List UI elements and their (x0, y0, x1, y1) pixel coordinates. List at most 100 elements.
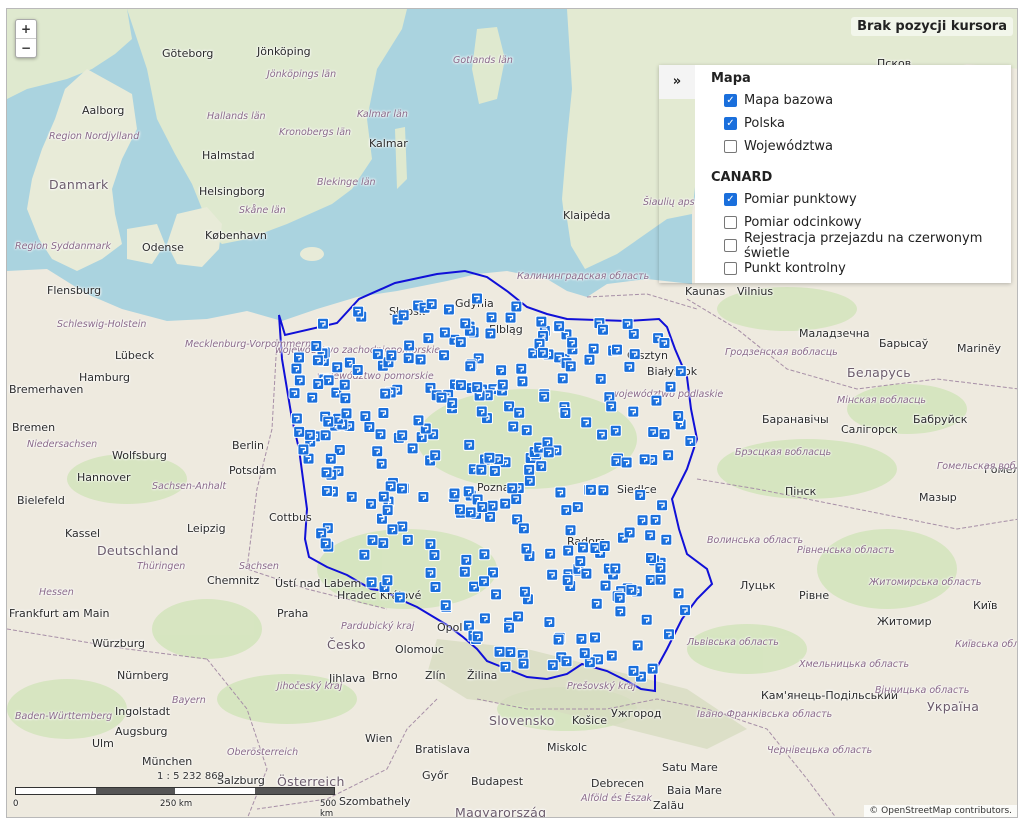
speed-camera-marker[interactable] (627, 664, 640, 677)
speed-camera-marker[interactable] (605, 649, 618, 662)
speed-camera-marker[interactable] (512, 610, 525, 623)
speed-camera-marker[interactable] (627, 327, 640, 340)
speed-camera-marker[interactable] (425, 298, 438, 311)
speed-camera-marker[interactable] (406, 442, 419, 455)
speed-camera-marker[interactable] (674, 365, 687, 378)
speed-camera-marker[interactable] (290, 412, 303, 425)
speed-camera-marker[interactable] (510, 493, 523, 506)
speed-camera-marker[interactable] (493, 645, 506, 658)
speed-camera-marker[interactable] (338, 378, 351, 391)
speed-camera-marker[interactable] (560, 655, 573, 668)
speed-camera-marker[interactable] (324, 452, 337, 465)
speed-camera-marker[interactable] (485, 311, 498, 324)
speed-camera-marker[interactable] (319, 429, 332, 442)
speed-camera-marker[interactable] (381, 504, 394, 517)
speed-camera-marker[interactable] (554, 486, 567, 499)
speed-camera-marker[interactable] (654, 573, 667, 586)
speed-camera-marker[interactable] (319, 537, 332, 550)
speed-camera-marker[interactable] (553, 320, 566, 333)
speed-camera-marker[interactable] (647, 426, 660, 439)
speed-camera-marker[interactable] (594, 372, 607, 385)
checkbox-mapa-bazowa[interactable]: ✓ (724, 94, 737, 107)
speed-camera-marker[interactable] (475, 405, 488, 418)
speed-camera-marker[interactable] (535, 460, 548, 473)
speed-camera-marker[interactable] (377, 537, 390, 550)
speed-camera-marker[interactable] (543, 616, 556, 629)
speed-camera-marker[interactable] (520, 424, 533, 437)
speed-camera-marker[interactable] (625, 583, 638, 596)
speed-camera-marker[interactable] (597, 484, 610, 497)
speed-camera-marker[interactable] (316, 317, 329, 330)
speed-camera-marker[interactable] (366, 534, 379, 547)
speed-camera-marker[interactable] (478, 548, 491, 561)
speed-camera-marker[interactable] (471, 381, 484, 394)
speed-camera-marker[interactable] (664, 380, 677, 393)
speed-camera-marker[interactable] (429, 581, 442, 594)
speed-camera-marker[interactable] (564, 524, 577, 537)
layer-toggle-czerwone-swiatlo[interactable]: Rejestracja przejazdu na czerwonym świet… (711, 231, 1011, 261)
speed-camera-marker[interactable] (464, 360, 477, 373)
speed-camera-marker[interactable] (623, 526, 636, 539)
layer-toggle-mapa-bazowa[interactable]: ✓ Mapa bazowa (711, 89, 1011, 112)
speed-camera-marker[interactable] (506, 482, 519, 495)
speed-camera-marker[interactable] (371, 445, 384, 458)
speed-camera-marker[interactable] (365, 497, 378, 510)
speed-camera-marker[interactable] (504, 646, 517, 659)
speed-camera-marker[interactable] (462, 619, 475, 632)
speed-camera-marker[interactable] (384, 480, 397, 493)
speed-camera-marker[interactable] (454, 379, 467, 392)
speed-camera-marker[interactable] (490, 588, 503, 601)
speed-camera-marker[interactable] (587, 342, 600, 355)
speed-camera-marker[interactable] (574, 555, 587, 568)
speed-camera-marker[interactable] (610, 455, 623, 468)
speed-camera-marker[interactable] (393, 591, 406, 604)
speed-camera-marker[interactable] (459, 317, 472, 330)
speed-camera-marker[interactable] (596, 323, 609, 336)
speed-camera-marker[interactable] (377, 490, 390, 503)
speed-camera-marker[interactable] (636, 514, 649, 527)
speed-camera-marker[interactable] (518, 585, 531, 598)
speed-camera-marker[interactable] (293, 425, 306, 438)
speed-camera-marker[interactable] (358, 548, 371, 561)
speed-camera-marker[interactable] (402, 352, 415, 365)
speed-camera-marker[interactable] (515, 362, 528, 375)
speed-camera-marker[interactable] (460, 553, 473, 566)
speed-camera-marker[interactable] (599, 579, 612, 592)
speed-camera-marker[interactable] (645, 551, 658, 564)
speed-camera-marker[interactable] (620, 456, 633, 469)
speed-camera-marker[interactable] (486, 499, 499, 512)
speed-camera-marker[interactable] (401, 533, 414, 546)
checkbox-wojewodztwa[interactable] (724, 140, 737, 153)
speed-camera-marker[interactable] (397, 309, 410, 322)
speed-camera-marker[interactable] (310, 339, 323, 352)
checkbox-pomiar-punktowy[interactable]: ✓ (724, 193, 737, 206)
speed-camera-marker[interactable] (516, 375, 529, 388)
layer-toggle-wojewodztwa[interactable]: Województwa (711, 135, 1011, 158)
speed-camera-marker[interactable] (438, 349, 451, 362)
speed-camera-marker[interactable] (562, 544, 575, 557)
speed-camera-marker[interactable] (463, 438, 476, 451)
speed-camera-marker[interactable] (448, 487, 461, 500)
speed-camera-marker[interactable] (453, 503, 466, 516)
speed-camera-marker[interactable] (488, 465, 501, 478)
speed-camera-marker[interactable] (458, 565, 471, 578)
speed-camera-marker[interactable] (352, 305, 365, 318)
speed-camera-marker[interactable] (471, 630, 484, 643)
speed-camera-marker[interactable] (646, 662, 659, 675)
speed-camera-marker[interactable] (631, 639, 644, 652)
speed-camera-marker[interactable] (495, 364, 508, 377)
speed-camera-marker[interactable] (351, 363, 364, 376)
speed-camera-marker[interactable] (331, 361, 344, 374)
speed-camera-marker[interactable] (503, 400, 516, 413)
speed-camera-marker[interactable] (583, 353, 596, 366)
speed-camera-marker[interactable] (396, 520, 409, 533)
zoom-out-button[interactable]: − (16, 38, 36, 57)
speed-camera-marker[interactable] (538, 390, 551, 403)
speed-camera-marker[interactable] (589, 631, 602, 644)
speed-camera-marker[interactable] (297, 443, 310, 456)
speed-camera-marker[interactable] (596, 428, 609, 441)
speed-camera-marker[interactable] (363, 421, 376, 434)
speed-camera-marker[interactable] (644, 529, 657, 542)
speed-camera-marker[interactable] (575, 632, 588, 645)
speed-camera-marker[interactable] (499, 497, 512, 510)
